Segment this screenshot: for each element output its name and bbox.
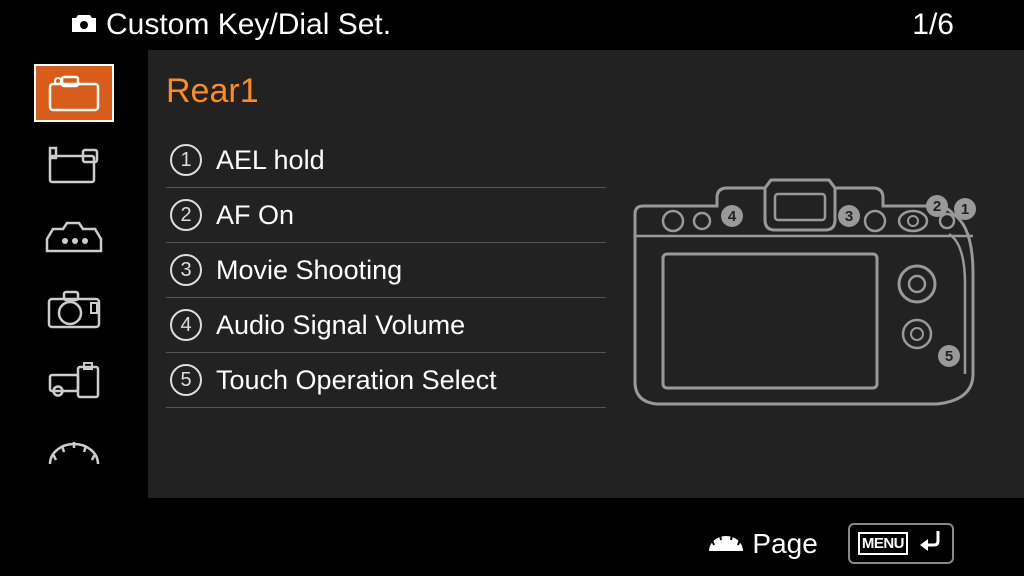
camera-front-icon [46,289,102,329]
camera-lens-icon [46,361,102,401]
sidebar-item-rear2[interactable] [34,136,114,194]
camera-rear-diagram: 1 2 3 4 5 [617,174,987,419]
sidebar-item-lens[interactable] [34,352,114,410]
sidebar [0,50,148,498]
section-title: Rear1 [166,72,606,111]
camera-icon [70,8,98,42]
assignment-label: Touch Operation Select [216,365,497,396]
assignment-item-2[interactable]: 2 AF On [166,188,606,243]
page-control[interactable]: Page [706,528,817,560]
header: Custom Key/Dial Set. 1/6 [0,0,1024,50]
num-circle: 3 [170,254,202,286]
camera-rear2-icon [47,144,101,186]
assignment-item-3[interactable]: 3 Movie Shooting [166,243,606,298]
page-indicator: 1/6 [912,8,954,42]
diagram-marker-3: 3 [845,208,853,225]
camera-top-icon [45,219,103,255]
menu-label: MENU [858,532,908,555]
assignment-label: AF On [216,200,294,231]
assignment-label: Audio Signal Volume [216,310,465,341]
sidebar-item-dial[interactable] [34,424,114,482]
content-panel: Rear1 1 AEL hold 2 AF On 3 Movie Shootin… [148,50,1024,498]
header-left: Custom Key/Dial Set. [70,8,391,42]
dial-icon [46,440,102,466]
dial-icon [706,528,746,560]
diagram-marker-1: 1 [961,201,969,218]
assignment-item-4[interactable]: 4 Audio Signal Volume [166,298,606,353]
sidebar-item-top[interactable] [34,208,114,266]
num-circle: 4 [170,309,202,341]
sidebar-item-front[interactable] [34,280,114,338]
assignment-item-5[interactable]: 5 Touch Operation Select [166,353,606,408]
main: Rear1 1 AEL hold 2 AF On 3 Movie Shootin… [0,50,1024,498]
page-label: Page [752,528,817,560]
diagram-panel: 1 2 3 4 5 [606,72,998,488]
page-title: Custom Key/Dial Set. [106,8,391,42]
menu-button[interactable]: MENU [848,523,954,564]
num-circle: 1 [170,144,202,176]
diagram-marker-5: 5 [945,348,953,365]
num-circle: 2 [170,199,202,231]
footer: Page MENU [706,523,954,564]
camera-rear1-icon [47,74,101,112]
assignment-label: Movie Shooting [216,255,402,286]
diagram-marker-2: 2 [933,198,941,215]
assignment-item-1[interactable]: 1 AEL hold [166,133,606,188]
sidebar-item-rear1[interactable] [34,64,114,122]
back-icon [916,527,944,560]
num-circle: 5 [170,364,202,396]
assignment-list: 1 AEL hold 2 AF On 3 Movie Shooting 4 Au… [166,133,606,408]
assignments-panel: Rear1 1 AEL hold 2 AF On 3 Movie Shootin… [166,72,606,488]
assignment-label: AEL hold [216,145,325,176]
diagram-marker-4: 4 [728,208,737,225]
